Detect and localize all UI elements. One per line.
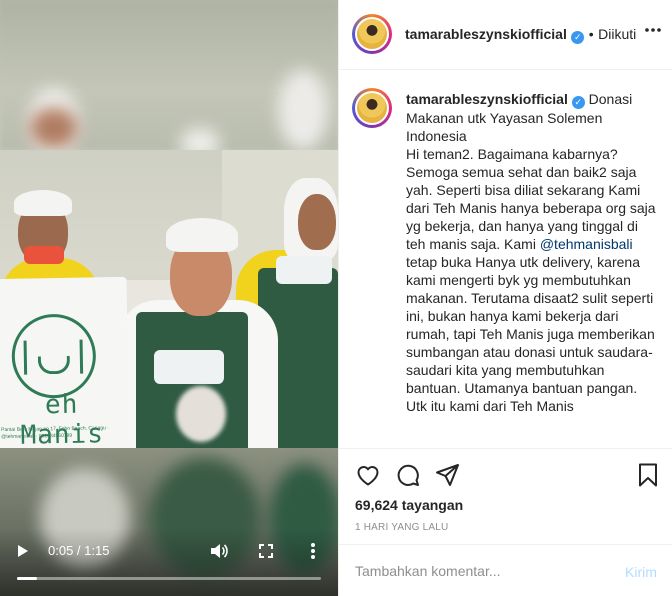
video-frame: eh Manis Pantai Batu Mejan no 17, Echo B… [0, 150, 338, 448]
avatar[interactable] [352, 14, 392, 54]
video-time: 0:05 / 1:15 [48, 543, 110, 558]
video-progress-bar[interactable] [17, 577, 321, 580]
comment-icon[interactable] [395, 462, 421, 488]
comment-bar: Kirim [339, 544, 672, 596]
post-comment-button[interactable]: Kirim [625, 564, 657, 580]
share-icon[interactable] [435, 462, 461, 488]
fullscreen-icon[interactable] [259, 544, 273, 558]
caption-mention-link[interactable]: @tehmanisbali [540, 236, 633, 252]
caption: tamarableszynskiofficial ✓ Donasi Makana… [406, 90, 658, 415]
play-icon[interactable] [18, 545, 28, 557]
verified-badge-icon: ✓ [571, 96, 585, 109]
blurred-cap [278, 70, 328, 150]
person-right-face [298, 194, 336, 250]
post-timestamp[interactable]: 1 HARI YANG LALU [355, 522, 448, 533]
video-player[interactable]: eh Manis Pantai Batu Mejan no 17, Echo B… [0, 0, 338, 596]
header-separator: • [588, 26, 594, 42]
post-header: tamarableszynskiofficial ✓ • Diikuti [339, 0, 672, 70]
header-username[interactable]: tamarableszynskiofficial [405, 26, 567, 42]
view-count: 69,624 tayangan [355, 497, 464, 513]
person-left-cap [14, 190, 72, 216]
caption-avatar[interactable] [352, 88, 392, 128]
bag-logo-fork [79, 339, 84, 374]
blurred-face [30, 108, 78, 148]
person-center-cap [166, 218, 238, 252]
bookmark-icon[interactable] [635, 462, 661, 488]
caption-body-cutoff: Utk itu kami dari Teh Manis [406, 398, 574, 414]
comment-input[interactable] [355, 559, 605, 583]
person-left-mask [24, 246, 64, 264]
video-progress-fill [17, 577, 38, 580]
teh-manis-bag: eh Manis Pantai Batu Mejan no 17, Echo B… [0, 276, 130, 448]
person-right-mask [276, 256, 332, 284]
more-horizontal-icon[interactable] [645, 27, 661, 33]
bag-address-text: Pantai Batu Mejan no 17, Echo Beach, Can… [1, 425, 110, 441]
heart-icon[interactable] [355, 462, 381, 488]
post-panel: tamarableszynskiofficial ✓ • Diikuti tam… [338, 0, 672, 596]
verified-badge-icon: ✓ [571, 31, 585, 44]
header-user-line: tamarableszynskiofficial ✓ • Diikuti [405, 26, 636, 44]
gloved-hands [176, 386, 226, 442]
caption-body-text-cont: tetap buka Hanya utk delivery, karena ka… [406, 254, 655, 396]
caption-area: tamarableszynskiofficial ✓ Donasi Makana… [339, 70, 672, 448]
post-actions: 69,624 tayangan 1 HARI YANG LALU [339, 448, 672, 544]
bag-logo-spoon [23, 340, 28, 375]
video-controls-bar [0, 528, 338, 596]
person-center-mask [154, 350, 224, 384]
volume-icon[interactable] [210, 543, 228, 559]
follow-status-button[interactable]: Diikuti [598, 26, 636, 42]
caption-username[interactable]: tamarableszynskiofficial [406, 91, 568, 107]
more-vertical-icon[interactable] [310, 542, 316, 560]
